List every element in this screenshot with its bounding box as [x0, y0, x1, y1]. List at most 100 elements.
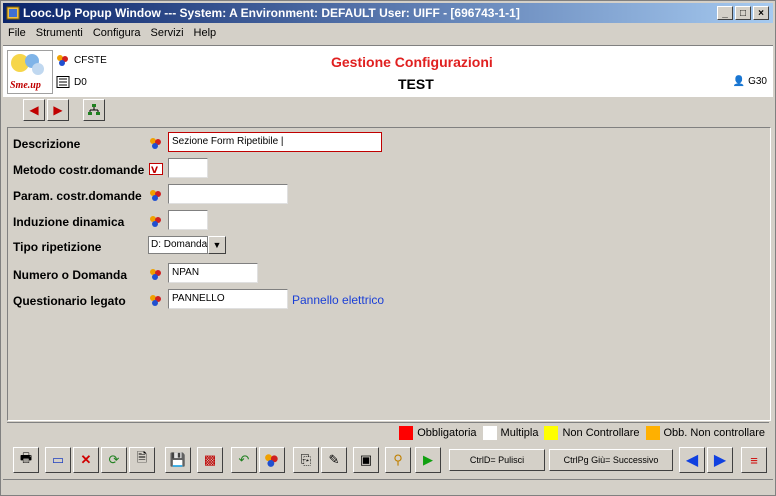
forward-button[interactable]: ▶	[707, 447, 733, 473]
print-button[interactable]: 🖶	[13, 447, 39, 473]
label-metodo: Metodo costr.domande	[13, 163, 145, 177]
list-icon	[56, 76, 70, 88]
menu-strumenti[interactable]: Strumenti	[31, 25, 88, 43]
copy-button[interactable]: ⎘	[293, 447, 319, 473]
edit-button[interactable]: ✎	[321, 447, 347, 473]
legend-item: Non Controllare	[544, 426, 640, 440]
object-icon	[150, 216, 161, 227]
prev-button[interactable]: ◀	[23, 99, 45, 121]
copy-icon: ⎘	[300, 452, 312, 467]
user-icon: 👤	[732, 76, 746, 87]
object-icon	[150, 269, 161, 280]
action-toolbar: 🖶 ▭ ✕ ⟳ 🗎 💾 ▩ ↶ ⎘ ✎ ▣ ⚲ ▶ CtrlD= Pulisci…	[3, 447, 773, 477]
legend-swatch-white	[482, 426, 497, 440]
legend-swatch-yellow	[544, 426, 559, 440]
tipo-select[interactable]: D: Domanda ▼	[148, 236, 228, 256]
menu-help[interactable]: Help	[189, 25, 222, 43]
maximize-button[interactable]: □	[735, 6, 751, 20]
header-panel: Sme.up CFSTE D0 Gestione Configurazioni …	[3, 45, 773, 97]
logo-text: Sme.up	[10, 80, 41, 91]
metodo-input[interactable]	[168, 158, 208, 178]
legend-item: Multipla	[482, 426, 539, 440]
execute-button[interactable]: ▶	[415, 447, 441, 473]
logo-bubbles-icon	[11, 54, 44, 75]
label-numero: Numero o Domanda	[13, 268, 128, 282]
object-icon	[150, 190, 161, 201]
legend-bar: Obbligatoria Multipla Non Controllare Ob…	[7, 422, 769, 443]
label-induzione: Induzione dinamica	[13, 215, 125, 229]
title-bar[interactable]: Looc.Up Popup Window --- System: A Envir…	[3, 3, 773, 23]
search-button[interactable]: ⚲	[385, 447, 411, 473]
undo-arrow-icon: ↶	[238, 452, 250, 467]
param-input[interactable]	[168, 184, 288, 204]
legend-swatch-red	[399, 426, 414, 440]
status-bar	[3, 479, 773, 494]
smeup-logo: Sme.up	[7, 50, 53, 94]
legend-swatch-orange	[645, 426, 660, 440]
close-button[interactable]: ×	[753, 6, 769, 20]
delete-icon: ✕	[80, 452, 92, 467]
descrizione-input[interactable]: Sezione Form Ripetibile |	[168, 132, 382, 152]
object-icon	[150, 295, 161, 306]
legend-label: Non Controllare	[562, 427, 640, 439]
form-panel: Descrizione Sezione Form Ripetibile | Me…	[7, 127, 771, 421]
arrow-left-icon: ◀	[29, 103, 39, 117]
minimize-button[interactable]: _	[717, 6, 733, 20]
menu-icon: ≡	[750, 452, 758, 468]
user-info: 👤 G30	[733, 76, 767, 87]
legend-label: Obb. Non controllare	[663, 427, 766, 439]
label-param: Param. costr.domande	[13, 189, 142, 203]
delete-record-icon: ▩	[203, 452, 217, 467]
questionario-input[interactable]: PANNELLO	[168, 289, 288, 309]
nav-toolbar: ◀ ▶	[3, 96, 773, 126]
object-icon	[150, 138, 161, 149]
tipo-select-value: D: Domanda	[148, 236, 208, 254]
page-title: Gestione Configurazioni	[331, 54, 493, 70]
method-icon: V	[149, 163, 163, 175]
arrow-right-icon: ▶	[713, 452, 727, 469]
image-button[interactable]: ▣	[353, 447, 379, 473]
document-icon: 🗎	[136, 450, 148, 465]
refresh-button[interactable]: ⟳	[101, 447, 127, 473]
menu-file[interactable]: File	[3, 25, 31, 43]
legend-label: Obbligatoria	[417, 427, 477, 439]
delete-record-button[interactable]: ▩	[197, 447, 223, 473]
numero-input[interactable]: NPAN	[168, 263, 258, 283]
search-icon: ⚲	[393, 452, 403, 467]
window-icon: ▭	[51, 452, 65, 467]
label-tipo: Tipo ripetizione	[13, 240, 102, 254]
label-questionario: Questionario legato	[13, 294, 126, 308]
object-button[interactable]	[259, 447, 285, 473]
induzione-input[interactable]	[168, 210, 208, 230]
legend-item: Obbligatoria	[399, 426, 477, 440]
refresh-icon: ⟳	[108, 452, 120, 467]
svg-text:V: V	[151, 166, 158, 175]
save-button[interactable]: 💾	[165, 447, 191, 473]
header-code-cfste: CFSTE	[74, 55, 107, 66]
back-button[interactable]: ↶	[231, 447, 257, 473]
menu-button[interactable]: ≡	[741, 447, 767, 473]
legend-item: Obb. Non controllare	[645, 426, 766, 440]
play-icon: ▶	[423, 452, 433, 467]
chevron-down-icon[interactable]: ▼	[208, 236, 226, 254]
image-icon: ▣	[359, 452, 373, 467]
next-button[interactable]: ▶	[47, 99, 69, 121]
legend-label: Multipla	[500, 427, 539, 439]
menu-servizi[interactable]: Servizi	[146, 25, 189, 43]
edit-icon: ✎	[328, 452, 340, 467]
tree-button[interactable]	[83, 99, 105, 121]
page-subtitle: TEST	[398, 76, 434, 92]
document-button[interactable]: 🗎	[129, 447, 155, 473]
app-icon	[6, 6, 20, 20]
printer-icon: 🖶	[19, 450, 33, 465]
menu-configura[interactable]: Configura	[88, 25, 146, 43]
window-button[interactable]: ▭	[45, 447, 71, 473]
questionario-description: Pannello elettrico	[292, 293, 385, 307]
clear-button[interactable]: CtrlD= Pulisci	[449, 449, 545, 471]
delete-button[interactable]: ✕	[73, 447, 99, 473]
menu-bar: File Strumenti Configura Servizi Help	[3, 25, 221, 43]
previous-button[interactable]: ◀	[679, 447, 705, 473]
arrow-left-icon: ◀	[685, 452, 699, 469]
save-icon: 💾	[169, 452, 187, 467]
next-page-button[interactable]: CtrlPg Giù= Successivo	[549, 449, 673, 471]
